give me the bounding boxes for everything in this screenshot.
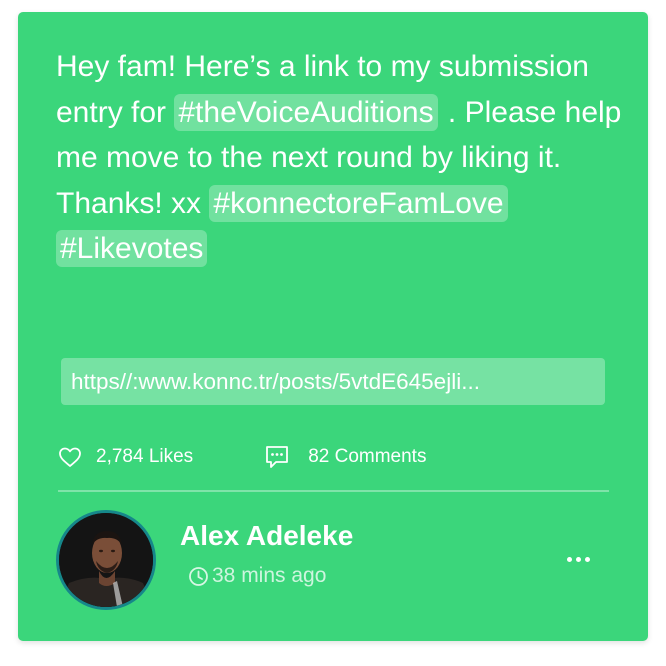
post-text: Hey fam! Here’s a link to my submission … — [56, 44, 626, 272]
hashtag-thevoiceauditions[interactable]: #theVoiceAuditions — [174, 93, 438, 131]
comments-count: 82 Comments — [308, 446, 427, 467]
author-name[interactable]: Alex Adeleke — [180, 520, 353, 552]
clock-icon — [188, 566, 209, 587]
heart-icon — [58, 446, 82, 468]
more-dot-icon — [575, 556, 581, 562]
post-stats: 2,784 Likes 82 Comments — [58, 440, 426, 474]
more-dot-icon — [584, 556, 590, 562]
more-options-button[interactable] — [558, 548, 598, 570]
time-ago: 38 mins ago — [212, 564, 327, 587]
post-timestamp: 38 mins ago — [188, 564, 326, 588]
comment-icon — [264, 444, 290, 470]
divider — [58, 490, 609, 492]
hashtag-likevotes[interactable]: #Likevotes — [56, 230, 208, 268]
comments-button[interactable]: 82 Comments — [264, 444, 426, 470]
submission-link[interactable]: https//:www.konnc.tr/posts/5vtdE645ejli.… — [61, 358, 605, 405]
more-dot-icon — [566, 556, 572, 562]
likes-count: 2,784 Likes — [96, 446, 194, 467]
likes-button[interactable]: 2,784 Likes — [58, 446, 193, 468]
post-card: Hey fam! Here’s a link to my submission … — [18, 12, 648, 641]
hashtag-konnectorefamlove[interactable]: #konnectoreFamLove — [209, 184, 508, 222]
author-avatar[interactable] — [56, 510, 156, 610]
